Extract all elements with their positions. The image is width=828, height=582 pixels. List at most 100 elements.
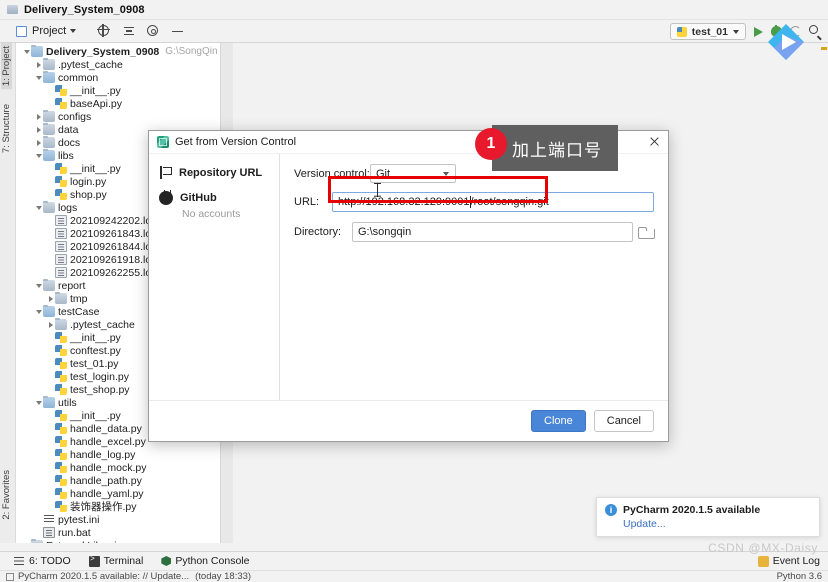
tree-row[interactable]: 装饰器操作.py [16, 500, 220, 513]
chevron-right-icon[interactable] [34, 136, 43, 149]
sidebar-item-repository-url[interactable]: Repository URL [149, 160, 279, 185]
locate-icon[interactable] [98, 24, 111, 38]
chevron-right-icon[interactable] [46, 318, 55, 331]
url-value-before-caret: http://192.168.32.129:9001 [338, 196, 470, 208]
status-message[interactable]: PyCharm 2020.1.5 available: // Update... [18, 571, 189, 582]
repository-url-icon [159, 166, 172, 179]
video-play-overlay-icon[interactable] [766, 22, 806, 62]
sidebar-tab-structure[interactable]: 7: Structure [1, 101, 12, 156]
close-icon[interactable] [646, 134, 662, 150]
bottom-tool-window-bar: 6: TODO Terminal Python Console Event Lo… [0, 551, 828, 570]
tree-row[interactable]: Delivery_System_0908 G:\SongQin [16, 44, 220, 58]
clone-button[interactable]: Clone [531, 410, 586, 432]
python-console-icon [161, 556, 172, 566]
chevron-down-icon[interactable] [34, 279, 43, 292]
sidebar-tab-favorites[interactable]: 2: Favorites [1, 467, 12, 523]
version-control-select[interactable]: Git [370, 164, 456, 183]
tree-row[interactable]: .pytest_cache [16, 57, 220, 71]
tree-row[interactable]: baseApi.py [16, 97, 220, 110]
folder-blue-icon [43, 395, 55, 408]
chevron-right-icon[interactable] [34, 123, 43, 136]
tree-row[interactable]: run.bat [16, 526, 220, 539]
status-timestamp: (today 18:33) [195, 571, 252, 582]
tree-row-label: run.bat [58, 526, 91, 539]
folder-icon [43, 57, 55, 70]
project-tool-label[interactable]: Project [32, 25, 66, 37]
tree-row-label: utils [58, 396, 77, 409]
chevron-down-icon[interactable] [443, 172, 449, 176]
dialog-title: Get from Version Control [175, 136, 297, 148]
run-icon[interactable] [754, 26, 763, 37]
dialog-footer: Clone Cancel [149, 400, 668, 441]
tree-row[interactable]: pytest.ini [16, 513, 220, 526]
tree-row-label: data [58, 123, 79, 136]
chevron-down-icon[interactable] [34, 149, 43, 162]
tree-row[interactable]: External Libraries [16, 538, 220, 543]
folder-browse-icon[interactable] [638, 226, 655, 239]
chevron-down-icon[interactable] [34, 396, 43, 409]
window-title: Delivery_System_0908 [24, 3, 145, 16]
url-row: URL: http://192.168.32.129:9001/root/son… [294, 192, 654, 212]
tree-row-label: __init__.py [70, 162, 121, 175]
chevron-down-icon[interactable] [22, 45, 31, 58]
settings-gear-icon[interactable] [147, 24, 160, 38]
tool-window-python-console[interactable]: Python Console [161, 555, 249, 567]
chevron-down-icon[interactable] [34, 305, 43, 318]
collapse-all-icon[interactable] [123, 25, 135, 37]
python-icon [55, 189, 67, 200]
tree-row[interactable]: handle_path.py [16, 474, 220, 487]
chevron-down-icon[interactable] [34, 201, 43, 214]
url-value-after-caret: /root/songqin.git [470, 196, 549, 208]
title-bar: Delivery_System_0908 [0, 0, 828, 20]
tree-row-label: common [58, 71, 99, 84]
tree-row-label: .pytest_cache [58, 58, 123, 71]
version-control-label: Version control: [294, 167, 370, 180]
tree-row[interactable]: __init__.py [16, 84, 220, 97]
get-from-version-control-dialog: Get from Version Control Repository URL … [148, 130, 669, 442]
notification-update-link[interactable]: Update... [623, 518, 811, 530]
chevron-right-icon[interactable] [46, 292, 55, 305]
tree-row-label: __init__.py [70, 331, 121, 344]
tree-row-label: tmp [70, 292, 88, 305]
python-icon [55, 176, 67, 187]
directory-label: Directory: [294, 226, 342, 238]
info-icon: i [605, 504, 617, 516]
run-configuration-selector[interactable]: test_01 [669, 23, 746, 40]
chevron-right-icon[interactable] [22, 539, 31, 543]
annotation-text: 加上端口号 [492, 125, 618, 171]
notification-icon[interactable] [6, 572, 14, 581]
chevron-down-icon[interactable] [70, 29, 77, 33]
tool-window-terminal[interactable]: Terminal [88, 554, 143, 567]
chevron-down-icon[interactable] [34, 71, 43, 84]
tree-row-label: 装饰器操作.py [70, 501, 137, 513]
editor-scrollbar[interactable] [819, 43, 828, 543]
tree-row-label: report [58, 279, 86, 292]
search-everywhere-icon[interactable] [809, 25, 822, 40]
tree-row[interactable]: handle_log.py [16, 448, 220, 461]
chevron-right-icon[interactable] [34, 58, 43, 71]
chevron-right-icon[interactable] [34, 110, 43, 123]
interpreter-indicator[interactable]: Python 3.6 [777, 571, 822, 582]
hide-panel-icon[interactable] [172, 25, 185, 38]
chevron-down-icon[interactable] [733, 29, 739, 34]
sidebar-tab-project[interactable]: 1: Project [1, 43, 12, 90]
tool-window-todo[interactable]: 6: TODO [14, 555, 71, 567]
tool-window-event-log[interactable]: Event Log [757, 555, 820, 567]
directory-input[interactable]: G:\songqin [352, 222, 633, 242]
tree-row[interactable]: common [16, 70, 220, 84]
update-notification-balloon[interactable]: i PyCharm 2020.1.5 available Update... [596, 497, 820, 537]
tree-row[interactable]: handle_mock.py [16, 461, 220, 474]
pycharm-window: Delivery_System_0908 Project test_01 1: … [0, 0, 828, 582]
folder-icon [43, 122, 55, 135]
cancel-button[interactable]: Cancel [593, 410, 654, 432]
tree-row[interactable]: configs [16, 109, 220, 123]
